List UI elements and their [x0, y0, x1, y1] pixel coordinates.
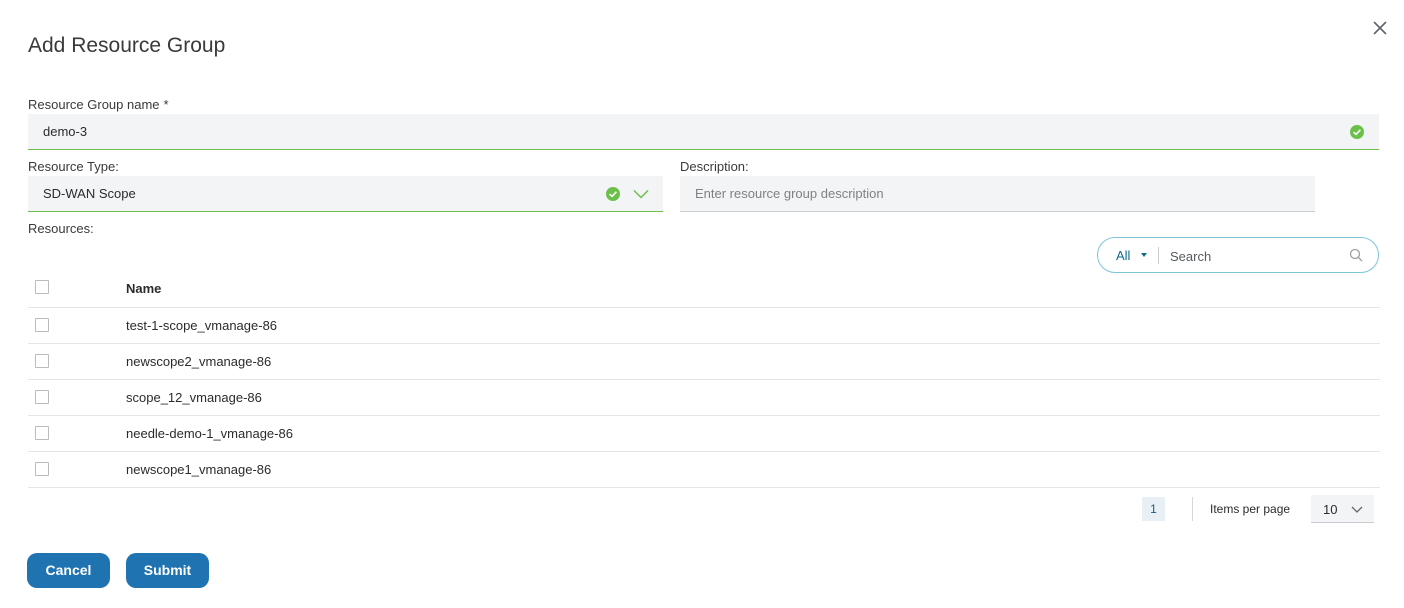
- description-label: Description:: [680, 159, 749, 174]
- cancel-button[interactable]: Cancel: [27, 553, 110, 588]
- description-placeholder: Enter resource group description: [695, 186, 884, 201]
- add-resource-group-dialog: Add Resource Group Resource Group name * …: [0, 0, 1404, 608]
- table-row[interactable]: scope_12_vmanage-86: [28, 380, 1380, 416]
- resources-table: Name test-1-scope_vmanage-86 newscope2_v…: [28, 270, 1380, 488]
- table-row[interactable]: test-1-scope_vmanage-86: [28, 308, 1380, 344]
- resources-label: Resources:: [28, 221, 94, 236]
- dialog-title: Add Resource Group: [28, 34, 226, 57]
- pagination-page-1[interactable]: 1: [1142, 497, 1165, 521]
- search-icon[interactable]: [1349, 248, 1363, 262]
- row-checkbox[interactable]: [35, 354, 49, 368]
- items-per-page-value: 10: [1323, 502, 1338, 517]
- search-input[interactable]: [1168, 245, 1342, 267]
- caret-down-icon[interactable]: [1141, 253, 1147, 257]
- check-circle-icon: [1350, 125, 1364, 139]
- select-all-checkbox[interactable]: [35, 280, 49, 294]
- submit-button[interactable]: Submit: [126, 553, 209, 588]
- resource-name: test-1-scope_vmanage-86: [126, 318, 278, 333]
- resource-type-value: SD-WAN Scope: [43, 186, 136, 201]
- chevron-down-icon[interactable]: [633, 189, 649, 199]
- resource-name: newscope2_vmanage-86: [126, 354, 272, 369]
- resource-group-name-label-text: Resource Group name: [28, 97, 160, 112]
- table-row[interactable]: newscope1_vmanage-86: [28, 452, 1380, 488]
- resource-type-select[interactable]: SD-WAN Scope: [28, 176, 663, 212]
- resource-group-name-label: Resource Group name *: [28, 97, 169, 112]
- check-circle-icon: [606, 187, 620, 201]
- resource-group-name-value: demo-3: [43, 124, 88, 139]
- table-row[interactable]: needle-demo-1_vmanage-86: [28, 416, 1380, 452]
- required-marker: *: [163, 97, 169, 112]
- search-box: All: [1097, 237, 1379, 273]
- table-header-row: Name: [28, 270, 1380, 308]
- row-checkbox[interactable]: [35, 318, 49, 332]
- close-icon[interactable]: [1370, 18, 1390, 38]
- description-field[interactable]: Enter resource group description: [680, 176, 1315, 212]
- filter-dropdown-value[interactable]: All: [1116, 248, 1130, 263]
- resource-name: newscope1_vmanage-86: [126, 462, 272, 477]
- pagination-divider: [1192, 497, 1193, 521]
- chevron-down-icon: [1351, 506, 1363, 513]
- row-checkbox[interactable]: [35, 426, 49, 440]
- search-divider: [1158, 247, 1159, 264]
- table-row[interactable]: newscope2_vmanage-86: [28, 344, 1380, 380]
- resource-name: scope_12_vmanage-86: [126, 390, 262, 405]
- row-checkbox[interactable]: [35, 462, 49, 476]
- row-checkbox[interactable]: [35, 390, 49, 404]
- items-per-page-select[interactable]: 10: [1311, 495, 1374, 523]
- resource-type-label: Resource Type:: [28, 159, 119, 174]
- name-column-header: Name: [126, 281, 162, 296]
- resource-name: needle-demo-1_vmanage-86: [126, 426, 293, 441]
- resource-group-name-field[interactable]: demo-3: [28, 114, 1379, 150]
- items-per-page-label: Items per page: [1210, 502, 1291, 516]
